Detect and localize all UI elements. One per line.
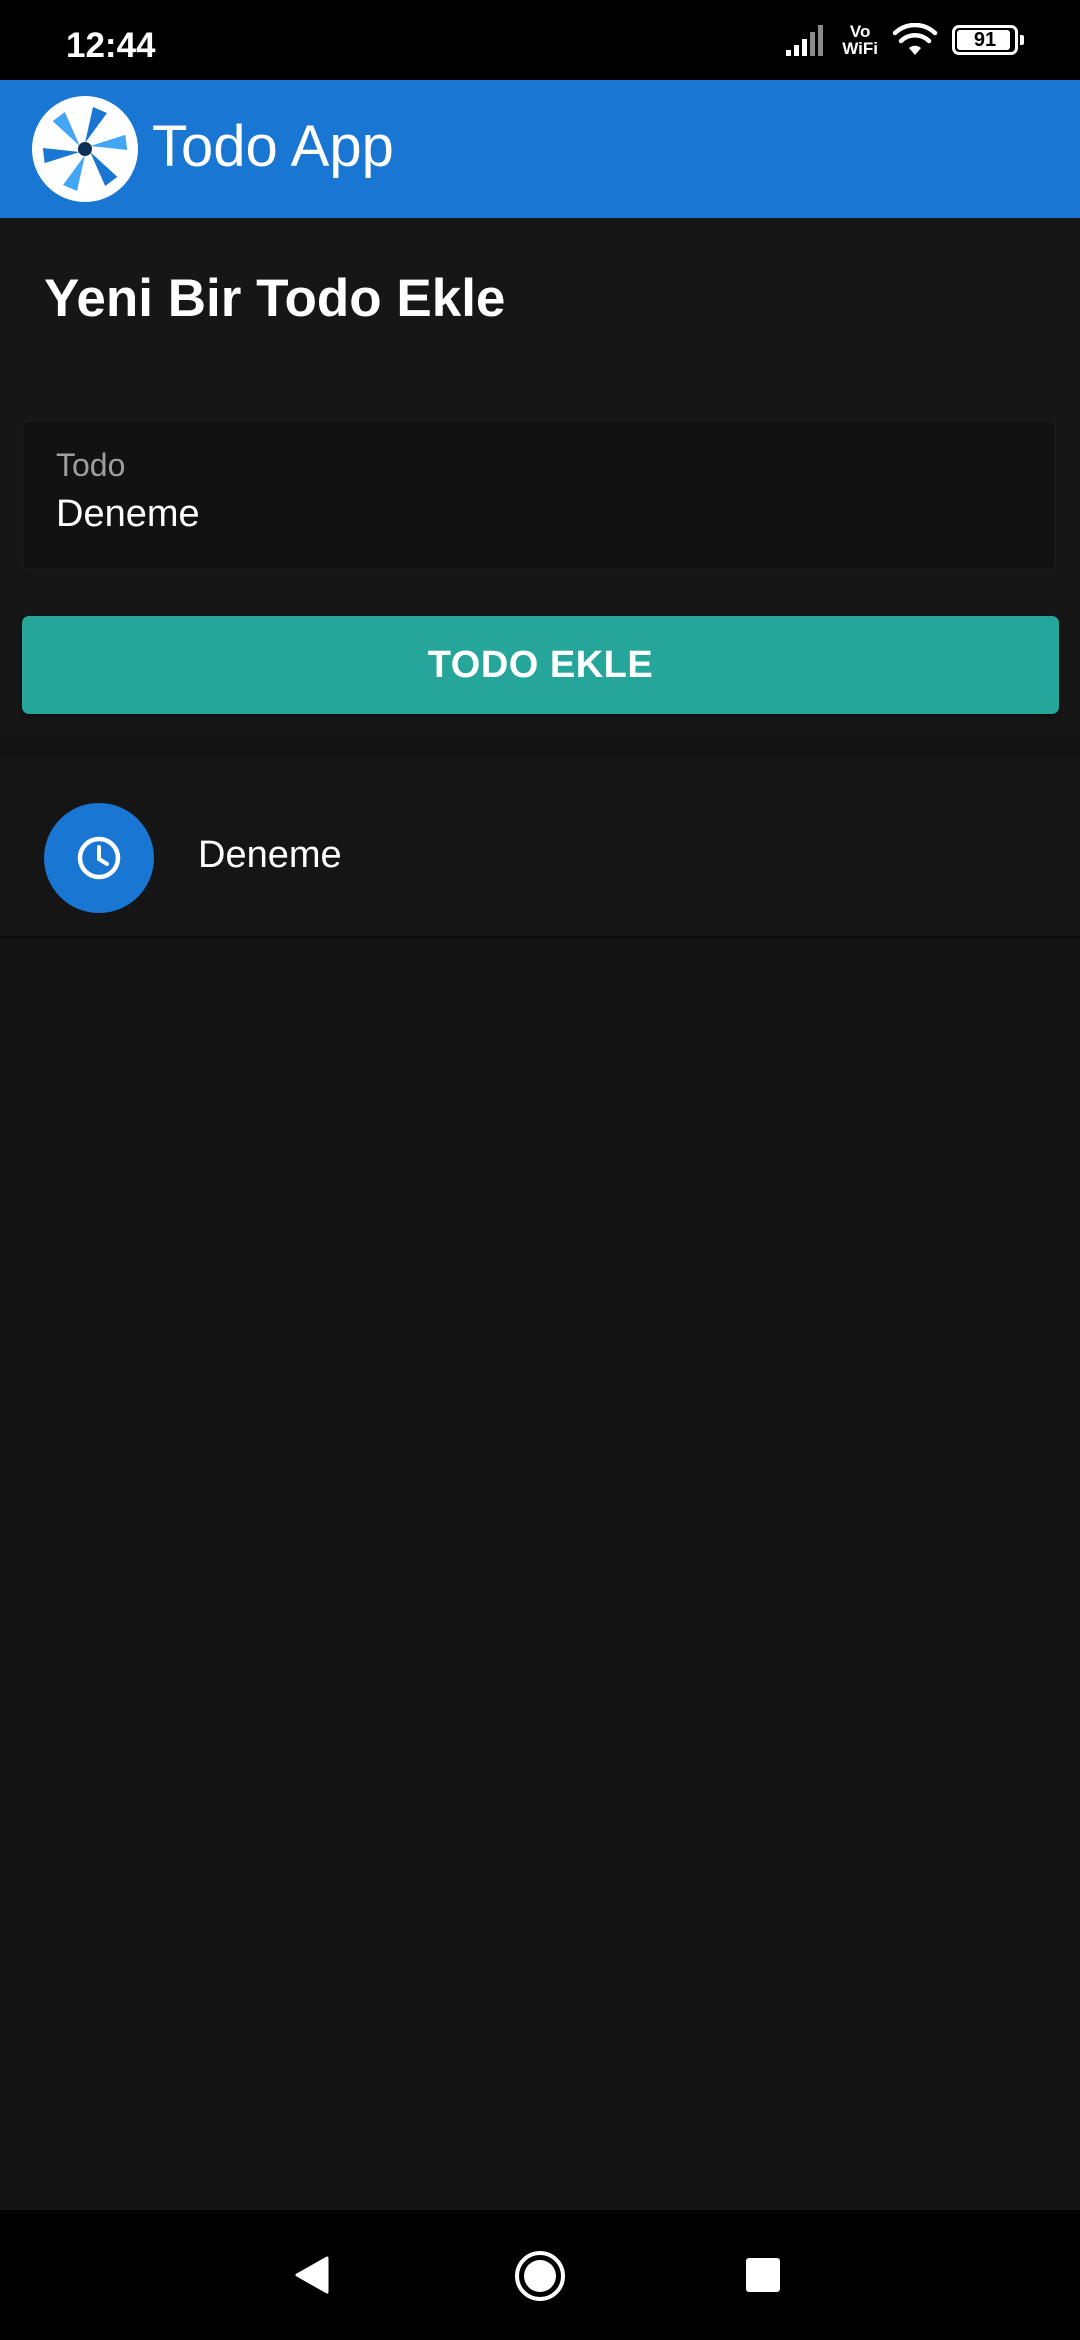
todo-text: Deneme (198, 834, 342, 876)
status-bar: 12:44 Vo WiFi 91 (0, 0, 1080, 80)
list-item[interactable]: Deneme (0, 756, 1080, 938)
home-icon[interactable] (514, 2250, 566, 2302)
signal-icon (786, 25, 824, 56)
add-todo-card: Yeni Bir Todo Ekle Todo Deneme TODO EKLE (0, 218, 1080, 736)
todo-input-field[interactable]: Todo Deneme (22, 420, 1056, 570)
app-logo-icon (32, 96, 138, 202)
todo-input-label: Todo (56, 447, 126, 483)
todo-list: Deneme (0, 756, 1080, 938)
recents-icon[interactable] (746, 2258, 780, 2292)
todo-avatar (44, 803, 154, 913)
status-icons: Vo WiFi 91 (786, 20, 1024, 60)
vowifi-bottom: WiFi (842, 39, 878, 58)
clock-icon (77, 836, 121, 880)
battery-percent: 91 (973, 28, 997, 51)
battery-icon: 91 (952, 25, 1024, 55)
wifi-icon (892, 23, 938, 55)
navigation-bar (0, 2210, 1080, 2340)
app-bar: Todo App (0, 80, 1080, 218)
todo-input-value[interactable]: Deneme (56, 493, 200, 536)
vowifi-icon: Vo WiFi (842, 23, 878, 57)
vowifi-top: Vo (849, 22, 871, 41)
back-icon[interactable] (293, 2254, 331, 2296)
status-time: 12:44 (66, 26, 156, 65)
app-title: Todo App (152, 114, 394, 179)
form-heading: Yeni Bir Todo Ekle (44, 269, 506, 328)
add-todo-button[interactable]: TODO EKLE (22, 616, 1059, 714)
